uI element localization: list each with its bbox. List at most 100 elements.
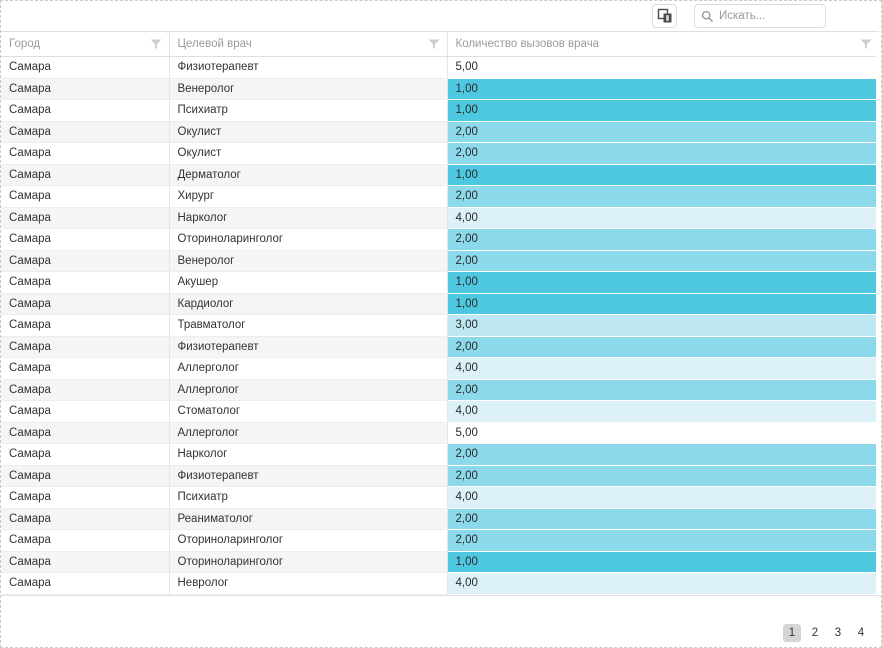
cell-calls: 2,00 bbox=[447, 143, 879, 165]
cell-city: Самара bbox=[1, 315, 169, 337]
cell-city: Самара bbox=[1, 336, 169, 358]
cell-doctor: Невролог bbox=[169, 573, 447, 595]
cell-calls: 1,00 bbox=[447, 551, 879, 573]
pager-page[interactable]: 1 bbox=[783, 624, 801, 642]
cell-calls: 4,00 bbox=[447, 487, 879, 509]
column-header-city[interactable]: Город bbox=[1, 32, 169, 57]
cell-doctor: Окулист bbox=[169, 143, 447, 165]
datagrid-widget: Город Целевой врач bbox=[0, 0, 882, 648]
filter-icon[interactable] bbox=[150, 39, 162, 50]
cell-calls: 2,00 bbox=[447, 444, 879, 466]
filter-icon[interactable] bbox=[860, 39, 872, 50]
cell-doctor: Оториноларинголог bbox=[169, 229, 447, 251]
cell-doctor: Кардиолог bbox=[169, 293, 447, 315]
cell-doctor: Физиотерапевт bbox=[169, 336, 447, 358]
data-grid: Город Целевой врач bbox=[1, 31, 881, 596]
cell-city: Самара bbox=[1, 422, 169, 444]
cell-doctor: Нарколог bbox=[169, 444, 447, 466]
cell-city: Самара bbox=[1, 207, 169, 229]
cell-calls: 2,00 bbox=[447, 250, 879, 272]
cell-city: Самара bbox=[1, 530, 169, 552]
cell-doctor: Оториноларинголог bbox=[169, 551, 447, 573]
column-header-label: Город bbox=[9, 38, 40, 50]
cell-city: Самара bbox=[1, 57, 169, 79]
cell-doctor: Дерматолог bbox=[169, 164, 447, 186]
cell-doctor: Оториноларинголог bbox=[169, 530, 447, 552]
cell-calls: 4,00 bbox=[447, 401, 879, 423]
cell-city: Самара bbox=[1, 508, 169, 530]
table-row[interactable]: Самара Травматолог 3,00 bbox=[1, 315, 879, 337]
table-row[interactable]: Самара Венеролог 1,00 bbox=[1, 78, 879, 100]
search-input[interactable] bbox=[719, 10, 819, 22]
cell-calls: 2,00 bbox=[447, 530, 879, 552]
cell-city: Самара bbox=[1, 551, 169, 573]
cell-city: Самара bbox=[1, 358, 169, 380]
column-header-doctor[interactable]: Целевой врач bbox=[169, 32, 447, 57]
table-row[interactable]: Самара Оториноларинголог 1,00 bbox=[1, 551, 879, 573]
cell-doctor: Стоматолог bbox=[169, 401, 447, 423]
cell-calls: 2,00 bbox=[447, 121, 879, 143]
search-box bbox=[694, 4, 826, 28]
cell-doctor: Аллерголог bbox=[169, 422, 447, 444]
table-row[interactable]: Самара Кардиолог 1,00 bbox=[1, 293, 879, 315]
cell-city: Самара bbox=[1, 143, 169, 165]
cell-city: Самара bbox=[1, 121, 169, 143]
column-header-label: Количество вызовов врача bbox=[456, 38, 600, 50]
table-row[interactable]: Самара Аллерголог 5,00 bbox=[1, 422, 879, 444]
table-row[interactable]: Самара Нарколог 4,00 bbox=[1, 207, 879, 229]
table-row[interactable]: Самара Нарколог 2,00 bbox=[1, 444, 879, 466]
table-row[interactable]: Самара Реаниматолог 2,00 bbox=[1, 508, 879, 530]
table-row[interactable]: Самара Физиотерапевт 2,00 bbox=[1, 336, 879, 358]
cell-city: Самара bbox=[1, 229, 169, 251]
table-row[interactable]: Самара Венеролог 2,00 bbox=[1, 250, 879, 272]
table-row[interactable]: Самара Стоматолог 4,00 bbox=[1, 401, 879, 423]
cell-calls: 2,00 bbox=[447, 229, 879, 251]
column-header-label: Целевой врач bbox=[178, 38, 252, 50]
grid-toolbar bbox=[1, 1, 881, 31]
cell-doctor: Физиотерапевт bbox=[169, 57, 447, 79]
cell-city: Самара bbox=[1, 78, 169, 100]
cell-calls: 4,00 bbox=[447, 358, 879, 380]
table-row[interactable]: Самара Аллерголог 4,00 bbox=[1, 358, 879, 380]
table-row[interactable]: Самара Физиотерапевт 5,00 bbox=[1, 57, 879, 79]
table-row[interactable]: Самара Дерматолог 1,00 bbox=[1, 164, 879, 186]
cell-city: Самара bbox=[1, 401, 169, 423]
pager-page[interactable]: 2 bbox=[806, 624, 824, 642]
cell-city: Самара bbox=[1, 487, 169, 509]
table-row[interactable]: Самара Акушер 1,00 bbox=[1, 272, 879, 294]
cell-city: Самара bbox=[1, 250, 169, 272]
table-row[interactable]: Самара Окулист 2,00 bbox=[1, 121, 879, 143]
cell-calls: 5,00 bbox=[447, 422, 879, 444]
pager-page[interactable]: 4 bbox=[852, 624, 870, 642]
table-row[interactable]: Самара Физиотерапевт 2,00 bbox=[1, 465, 879, 487]
filter-icon[interactable] bbox=[428, 39, 440, 50]
cell-city: Самара bbox=[1, 186, 169, 208]
cell-calls: 2,00 bbox=[447, 336, 879, 358]
table-row[interactable]: Самара Невролог 4,00 bbox=[1, 573, 879, 595]
cell-city: Самара bbox=[1, 379, 169, 401]
cell-calls: 2,00 bbox=[447, 379, 879, 401]
cell-calls: 2,00 bbox=[447, 186, 879, 208]
table-row[interactable]: Самара Аллерголог 2,00 bbox=[1, 379, 879, 401]
cell-doctor: Психиатр bbox=[169, 100, 447, 122]
cell-city: Самара bbox=[1, 164, 169, 186]
table-row[interactable]: Самара Психиатр 4,00 bbox=[1, 487, 879, 509]
column-header-calls[interactable]: Количество вызовов врача bbox=[447, 32, 879, 57]
cell-city: Самара bbox=[1, 465, 169, 487]
table-row[interactable]: Самара Оториноларинголог 2,00 bbox=[1, 530, 879, 552]
table-row[interactable]: Самара Окулист 2,00 bbox=[1, 143, 879, 165]
cell-city: Самара bbox=[1, 272, 169, 294]
pager-page[interactable]: 3 bbox=[829, 624, 847, 642]
table-row[interactable]: Самара Психиатр 1,00 bbox=[1, 100, 879, 122]
cell-calls: 1,00 bbox=[447, 100, 879, 122]
cell-calls: 4,00 bbox=[447, 573, 879, 595]
cell-city: Самара bbox=[1, 100, 169, 122]
cell-doctor: Психиатр bbox=[169, 487, 447, 509]
cell-city: Самара bbox=[1, 293, 169, 315]
table-row[interactable]: Самара Хирург 2,00 bbox=[1, 186, 879, 208]
export-button[interactable] bbox=[652, 4, 677, 28]
cell-doctor: Физиотерапевт bbox=[169, 465, 447, 487]
cell-city: Самара bbox=[1, 573, 169, 595]
grid-body: Самара Физиотерапевт 5,00 Самара Венерол… bbox=[1, 57, 879, 595]
table-row[interactable]: Самара Оториноларинголог 2,00 bbox=[1, 229, 879, 251]
